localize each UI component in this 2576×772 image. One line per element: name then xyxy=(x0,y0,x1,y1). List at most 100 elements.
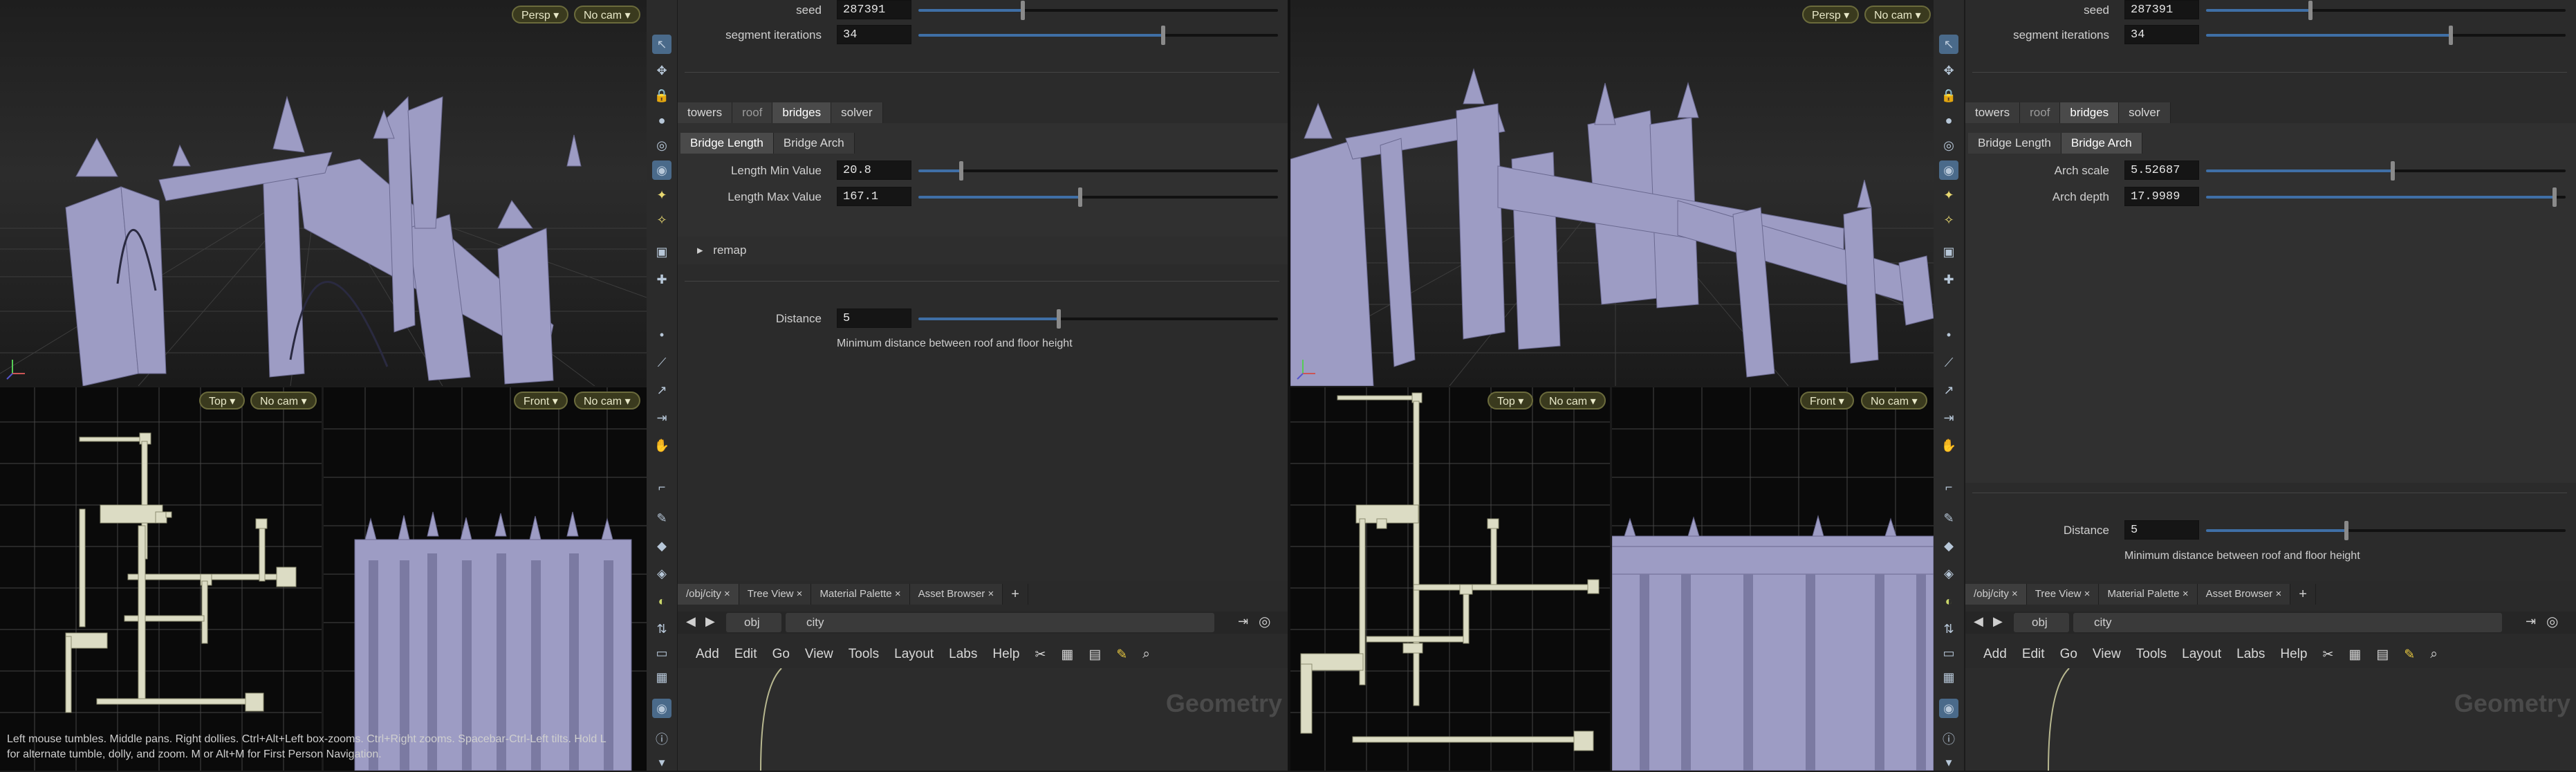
menu-labs[interactable]: Labs xyxy=(2236,647,2265,662)
shading-icon[interactable]: ◆ xyxy=(652,536,671,555)
front-camera-menu[interactable]: No cam ▾ xyxy=(1861,392,1927,410)
wrench-icon[interactable]: ✂ xyxy=(2322,647,2333,663)
point-icon[interactable]: • xyxy=(1939,325,1958,344)
list-icon[interactable]: ▤ xyxy=(1088,647,1101,663)
select-tool-icon[interactable]: ↖ xyxy=(1939,35,1958,54)
light2-icon[interactable]: ✧ xyxy=(652,210,671,230)
menu-view[interactable]: View xyxy=(805,647,833,662)
persp-camera-menu[interactable]: No cam ▾ xyxy=(1864,6,1931,24)
light2-icon[interactable]: ✧ xyxy=(1939,210,1958,230)
snap-icon[interactable]: ◎ xyxy=(1939,136,1958,155)
display-icon[interactable]: ▣ xyxy=(1939,242,1958,261)
flip-icon[interactable]: ⇅ xyxy=(652,619,671,638)
grid-icon[interactable]: ▦ xyxy=(1939,668,1958,687)
front-view-menu[interactable]: Front ▾ xyxy=(514,392,568,410)
back-arrow-icon[interactable]: ◀ xyxy=(686,614,696,629)
persp-camera-menu[interactable]: No cam ▾ xyxy=(574,6,640,24)
path-obj[interactable]: obj xyxy=(2014,613,2069,632)
distance-slider[interactable] xyxy=(2206,521,2566,540)
pane-tab-asset-browser[interactable]: Asset Browser × xyxy=(2197,584,2291,605)
menu-help[interactable]: Help xyxy=(992,647,1019,662)
perspective-viewport[interactable]: Persp ▾ No cam ▾ xyxy=(1290,0,1934,386)
segment-slider[interactable] xyxy=(918,26,1278,45)
vector-icon[interactable]: ⇥ xyxy=(1939,408,1958,428)
path-city[interactable]: city xyxy=(2073,613,2502,632)
background-icon[interactable]: ▭ xyxy=(1939,643,1958,663)
arch-scale-field[interactable]: 5.52687 xyxy=(2124,160,2199,180)
note-icon[interactable]: ✎ xyxy=(1116,647,1127,663)
grid-toggle-icon[interactable]: ▦ xyxy=(1061,647,1073,663)
seed-slider[interactable] xyxy=(2206,1,2566,20)
menu-add[interactable]: Add xyxy=(696,647,719,662)
ghost-icon[interactable]: ◐ xyxy=(1939,591,1958,611)
network-canvas[interactable]: Geometry xyxy=(678,668,1288,771)
brush-icon[interactable]: ✎ xyxy=(1939,508,1958,528)
pin-pane-icon[interactable]: ⇥ xyxy=(2526,614,2536,629)
distance-slider[interactable] xyxy=(918,309,1278,329)
pane-link-icon[interactable]: ◎ xyxy=(1259,613,1270,630)
top-view-menu[interactable]: Top ▾ xyxy=(199,392,245,410)
subtab-bridge-arch[interactable]: Bridge Arch xyxy=(2061,133,2142,154)
top-viewport[interactable]: Top ▾ No cam ▾ xyxy=(1290,387,1610,771)
menu-go[interactable]: Go xyxy=(2060,647,2077,662)
light-icon[interactable]: ✦ xyxy=(652,185,671,205)
shading-icon[interactable]: ◆ xyxy=(1939,536,1958,555)
menu-go[interactable]: Go xyxy=(772,647,790,662)
tab-solver[interactable]: solver xyxy=(831,102,883,123)
normal-icon[interactable]: ↗ xyxy=(1939,380,1958,400)
front-view-menu[interactable]: Front ▾ xyxy=(1800,392,1854,410)
length-min-field[interactable]: 20.8 xyxy=(837,160,911,180)
point-icon[interactable]: • xyxy=(652,325,671,344)
length-max-slider[interactable] xyxy=(918,187,1278,207)
info-icon[interactable]: ⓘ xyxy=(652,730,671,749)
edge-icon[interactable]: ⟋ xyxy=(1939,353,1958,372)
network-canvas[interactable]: Geometry xyxy=(1965,668,2576,771)
front-viewport[interactable]: Front ▾ No cam ▾ xyxy=(324,387,647,771)
menu-add[interactable]: Add xyxy=(1983,647,2007,662)
back-arrow-icon[interactable]: ◀ xyxy=(1974,614,1983,629)
lock-icon[interactable]: 🔒 xyxy=(1939,86,1958,105)
forward-arrow-icon[interactable]: ▶ xyxy=(1993,614,2003,629)
guide-icon[interactable]: ⌐ xyxy=(652,477,671,497)
menu-help[interactable]: Help xyxy=(2280,647,2307,662)
tab-towers[interactable]: towers xyxy=(1965,102,2021,123)
pin-icon[interactable]: ● xyxy=(1939,111,1958,130)
persp-view-menu[interactable]: Persp ▾ xyxy=(1802,6,1860,24)
menu-layout[interactable]: Layout xyxy=(894,647,934,662)
display-icon[interactable]: ▣ xyxy=(652,242,671,261)
length-min-slider[interactable] xyxy=(918,161,1278,181)
pane-tab-tree-view[interactable]: Tree View × xyxy=(739,584,812,605)
camera-lock-icon[interactable]: ◉ xyxy=(652,160,671,180)
texture-icon[interactable]: ◈ xyxy=(652,564,671,583)
menu-layout[interactable]: Layout xyxy=(2182,647,2221,662)
segment-field[interactable]: 34 xyxy=(2124,25,2199,44)
zoom-icon[interactable]: ⌕ xyxy=(2430,647,2438,662)
tab-roof[interactable]: roof xyxy=(732,102,773,123)
flip-icon[interactable]: ⇅ xyxy=(1939,619,1958,638)
distance-field[interactable]: 5 xyxy=(837,309,911,328)
segment-slider[interactable] xyxy=(2206,26,2566,45)
menu-labs[interactable]: Labs xyxy=(949,647,977,662)
distance-field[interactable]: 5 xyxy=(2124,520,2199,540)
tab-solver[interactable]: solver xyxy=(2119,102,2171,123)
arch-depth-slider[interactable] xyxy=(2206,187,2566,207)
seed-field[interactable]: 287391 xyxy=(2124,0,2199,19)
add-pane-tab-button[interactable]: + xyxy=(2290,584,2316,605)
segment-field[interactable]: 34 xyxy=(837,25,911,44)
path-city[interactable]: city xyxy=(786,613,1214,632)
top-camera-menu[interactable]: No cam ▾ xyxy=(1539,392,1606,410)
tab-bridges[interactable]: bridges xyxy=(2060,102,2120,123)
menu-tools[interactable]: Tools xyxy=(2136,647,2167,662)
note-icon[interactable]: ✎ xyxy=(2404,647,2415,663)
brush-icon[interactable]: ✎ xyxy=(652,508,671,528)
wrench-icon[interactable]: ✂ xyxy=(1035,647,1046,663)
hand-icon[interactable]: ✋ xyxy=(1939,436,1958,455)
edge-icon[interactable]: ⟋ xyxy=(652,353,671,372)
persp-view-menu[interactable]: Persp ▾ xyxy=(512,6,569,24)
front-camera-menu[interactable]: No cam ▾ xyxy=(574,392,640,410)
remap-folder[interactable]: ▸ remap xyxy=(678,237,1288,264)
subtab-bridge-arch[interactable]: Bridge Arch xyxy=(773,133,855,154)
tab-roof[interactable]: roof xyxy=(2020,102,2061,123)
lock-icon[interactable]: 🔒 xyxy=(652,86,671,105)
menu-tools[interactable]: Tools xyxy=(849,647,879,662)
